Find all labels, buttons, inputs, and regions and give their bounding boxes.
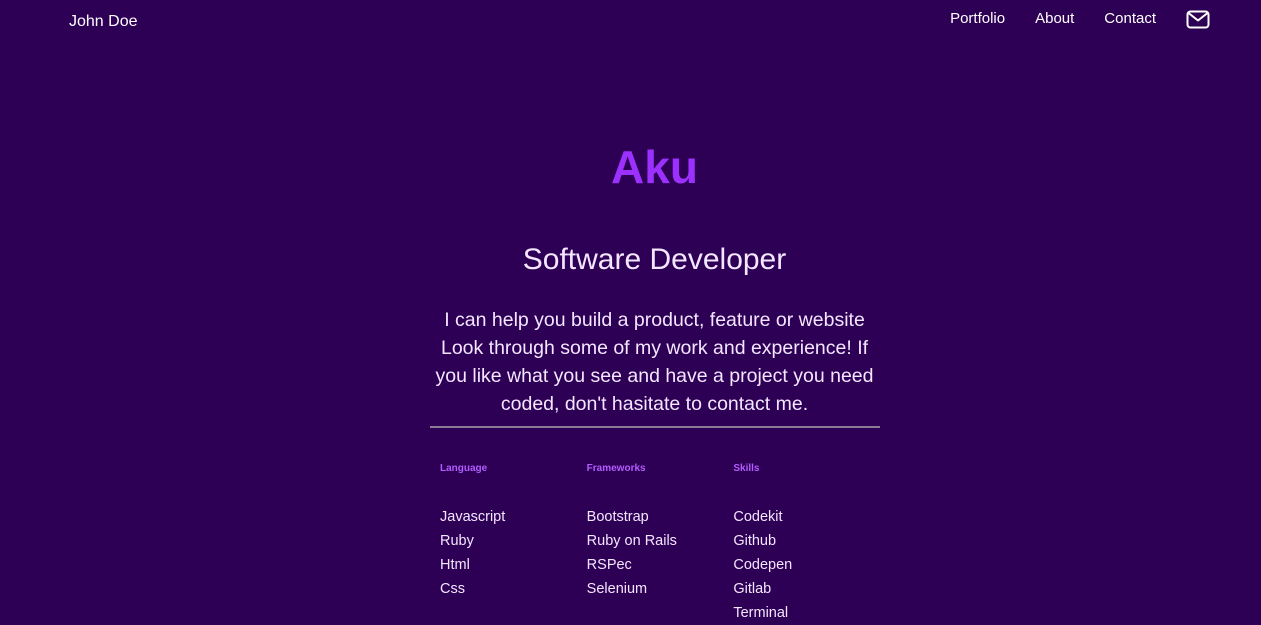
skill-column-skills: Skills Codekit Github Codepen Gitlab Ter… xyxy=(733,462,880,625)
skill-heading-skills: Skills xyxy=(733,463,760,474)
list-item: Codekit xyxy=(733,509,783,525)
list-item: Gitlab xyxy=(733,581,772,597)
mail-button[interactable] xyxy=(1186,9,1210,29)
nav-link-about[interactable]: About xyxy=(1035,9,1074,29)
list-item: Css xyxy=(440,581,465,597)
skill-list-skills: Codekit Github Codepen Gitlab Terminal xyxy=(733,505,880,625)
mail-icon xyxy=(1186,10,1210,28)
list-item: Terminal xyxy=(733,605,789,621)
skill-heading-frameworks: Frameworks xyxy=(586,463,646,474)
list-item: Javascript xyxy=(440,509,506,525)
list-item: Github xyxy=(733,533,777,549)
top-navbar: John Doe Portfolio About Contact xyxy=(0,0,1261,44)
skills-section: Language Javascript Ruby Html Css Framew… xyxy=(440,462,880,625)
nav-links: Portfolio About Contact xyxy=(950,9,1261,29)
section-divider xyxy=(430,426,880,428)
brand-link[interactable]: John Doe xyxy=(69,13,138,31)
skill-heading-language: Language xyxy=(440,463,488,474)
list-item: Ruby on Rails xyxy=(586,533,677,549)
skill-list-language: Javascript Ruby Html Css xyxy=(440,505,587,601)
list-item: Ruby xyxy=(440,533,474,549)
skill-column-language: Language Javascript Ruby Html Css xyxy=(440,462,587,625)
list-item: Bootstrap xyxy=(586,509,649,525)
hero-name: Aku xyxy=(611,141,698,193)
nav-link-portfolio[interactable]: Portfolio xyxy=(950,9,1005,29)
list-item: Html xyxy=(440,557,470,573)
list-item: Selenium xyxy=(586,581,648,597)
skill-column-frameworks: Frameworks Bootstrap Ruby on Rails RSPec… xyxy=(587,462,734,625)
nav-link-contact[interactable]: Contact xyxy=(1104,9,1156,29)
skill-list-frameworks: Bootstrap Ruby on Rails RSPec Selenium xyxy=(587,505,734,601)
hero-title: Software Developer xyxy=(522,243,787,276)
hero-description: I can help you build a product, feature … xyxy=(435,309,874,415)
list-item: RSPec xyxy=(586,557,632,573)
list-item: Codepen xyxy=(733,557,793,573)
